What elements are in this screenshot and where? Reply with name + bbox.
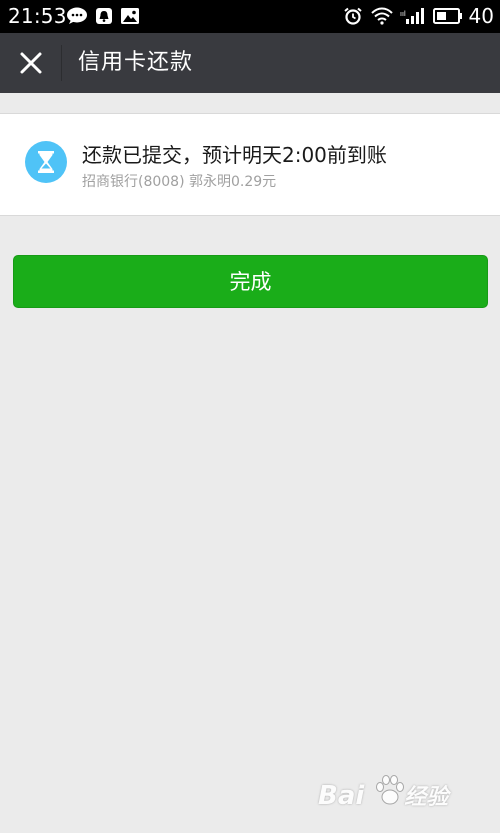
- alarm-clock-icon: [344, 7, 362, 25]
- battery-level: 40: [468, 4, 494, 28]
- title-bar: 信用卡还款: [0, 33, 500, 93]
- page-title: 信用卡还款: [78, 50, 194, 75]
- result-detail: 招商银行(8008) 郭永明0.29元: [82, 174, 277, 190]
- image-icon: [121, 8, 139, 24]
- signal-icon: ııl: [400, 8, 424, 24]
- notification-bell-icon: [96, 8, 112, 24]
- wifi-icon: [371, 7, 393, 25]
- svg-text:ııl: ııl: [400, 10, 406, 18]
- status-bar: 21:53 ııl 40: [0, 0, 500, 33]
- chat-bubble-icon: [67, 7, 87, 24]
- paw-icon: [376, 775, 404, 805]
- title-divider: [61, 45, 62, 81]
- hourglass-icon: [25, 141, 67, 183]
- status-time: 21:53: [8, 4, 67, 28]
- close-icon: [20, 52, 42, 74]
- result-card: 还款已提交，预计明天2:00前到账 招商银行(8008) 郭永明0.29元: [0, 113, 500, 216]
- battery-icon: [433, 8, 462, 24]
- baidu-watermark: Bai 经验: [310, 763, 470, 823]
- close-button[interactable]: [10, 42, 52, 84]
- result-title: 还款已提交，预计明天2:00前到账: [82, 143, 387, 167]
- done-button[interactable]: 完成: [13, 255, 488, 308]
